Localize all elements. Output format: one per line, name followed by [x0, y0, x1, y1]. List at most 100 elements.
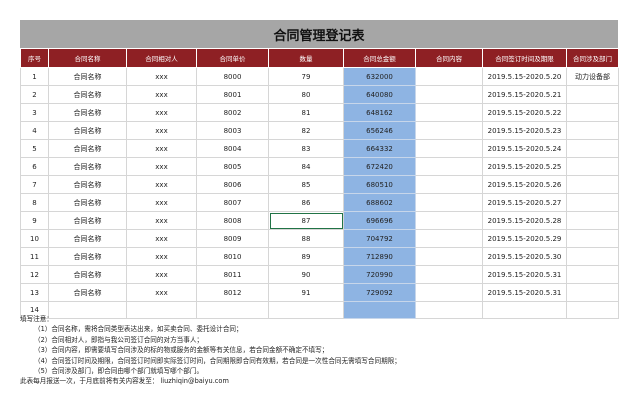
- department-cell[interactable]: [566, 157, 619, 176]
- contract-content-cell[interactable]: [415, 229, 483, 248]
- quantity-cell[interactable]: 88: [268, 229, 344, 248]
- counterparty-cell[interactable]: xxx: [126, 265, 197, 284]
- contract-name-cell[interactable]: 合同名称: [48, 265, 127, 284]
- quantity-cell[interactable]: 81: [268, 103, 344, 122]
- row-number-cell[interactable]: 11: [20, 247, 49, 266]
- row-number-cell[interactable]: 12: [20, 265, 49, 284]
- department-cell[interactable]: [566, 139, 619, 158]
- row-number-cell[interactable]: 8: [20, 193, 49, 212]
- contract-name-cell[interactable]: 合同名称: [48, 157, 127, 176]
- total-amount-cell[interactable]: 688602: [343, 193, 416, 212]
- unit-price-cell[interactable]: 8008: [196, 211, 269, 230]
- row-number-cell[interactable]: 5: [20, 139, 49, 158]
- total-amount-cell[interactable]: 720990: [343, 265, 416, 284]
- header-cell[interactable]: 合同单价: [196, 48, 269, 68]
- counterparty-cell[interactable]: xxx: [126, 229, 197, 248]
- contract-content-cell[interactable]: [415, 211, 483, 230]
- contract-name-cell[interactable]: 合同名称: [48, 229, 127, 248]
- quantity-cell[interactable]: 87: [268, 211, 344, 230]
- row-number-cell[interactable]: 6: [20, 157, 49, 176]
- counterparty-cell[interactable]: xxx: [126, 67, 197, 86]
- contract-period-cell[interactable]: 2019.5.15-2020.5.30: [482, 247, 567, 266]
- unit-price-cell[interactable]: 8003: [196, 121, 269, 140]
- contract-period-cell[interactable]: 2019.5.15-2020.5.31: [482, 265, 567, 284]
- contact-email[interactable]: liuzhiqin@baiyu.com: [160, 377, 228, 385]
- contract-content-cell[interactable]: [415, 175, 483, 194]
- quantity-cell[interactable]: 80: [268, 85, 344, 104]
- contract-name-cell[interactable]: 合同名称: [48, 67, 127, 86]
- unit-price-cell[interactable]: 8011: [196, 265, 269, 284]
- contract-content-cell[interactable]: [415, 103, 483, 122]
- row-number-cell[interactable]: 10: [20, 229, 49, 248]
- contract-period-cell[interactable]: 2019.5.15-2020.5.21: [482, 85, 567, 104]
- contract-period-cell[interactable]: 2019.5.15-2020.5.23: [482, 121, 567, 140]
- total-amount-cell[interactable]: 648162: [343, 103, 416, 122]
- contract-name-cell[interactable]: 合同名称: [48, 139, 127, 158]
- quantity-cell[interactable]: 82: [268, 121, 344, 140]
- unit-price-cell[interactable]: 8007: [196, 193, 269, 212]
- counterparty-cell[interactable]: xxx: [126, 139, 197, 158]
- contract-content-cell[interactable]: [415, 283, 483, 302]
- row-number-cell[interactable]: 2: [20, 85, 49, 104]
- department-cell[interactable]: [566, 211, 619, 230]
- total-amount-cell[interactable]: 680510: [343, 175, 416, 194]
- unit-price-cell[interactable]: 8000: [196, 67, 269, 86]
- contract-name-cell[interactable]: 合同名称: [48, 283, 127, 302]
- contract-name-cell[interactable]: 合同名称: [48, 175, 127, 194]
- unit-price-cell[interactable]: 8005: [196, 157, 269, 176]
- unit-price-cell[interactable]: 8002: [196, 103, 269, 122]
- counterparty-cell[interactable]: xxx: [126, 85, 197, 104]
- department-cell[interactable]: [566, 265, 619, 284]
- contract-name-cell[interactable]: 合同名称: [48, 247, 127, 266]
- contract-period-cell[interactable]: 2019.5.15-2020.5.27: [482, 193, 567, 212]
- header-cell[interactable]: 合同涉及部门: [566, 48, 619, 68]
- contract-period-cell[interactable]: 2019.5.15-2020.5.22: [482, 103, 567, 122]
- contract-content-cell[interactable]: [415, 157, 483, 176]
- counterparty-cell[interactable]: xxx: [126, 283, 197, 302]
- contract-name-cell[interactable]: 合同名称: [48, 193, 127, 212]
- contract-content-cell[interactable]: [415, 247, 483, 266]
- contract-content-cell[interactable]: [415, 265, 483, 284]
- unit-price-cell[interactable]: 8012: [196, 283, 269, 302]
- quantity-cell[interactable]: 89: [268, 247, 344, 266]
- total-amount-cell[interactable]: 704792: [343, 229, 416, 248]
- header-cell[interactable]: 序号: [20, 48, 49, 68]
- department-cell[interactable]: 动力设备部: [566, 67, 619, 86]
- row-number-cell[interactable]: 3: [20, 103, 49, 122]
- contract-period-cell[interactable]: 2019.5.15-2020.5.20: [482, 67, 567, 86]
- unit-price-cell[interactable]: 8001: [196, 85, 269, 104]
- counterparty-cell[interactable]: xxx: [126, 247, 197, 266]
- row-number-cell[interactable]: 7: [20, 175, 49, 194]
- header-cell[interactable]: 合同内容: [415, 48, 483, 68]
- counterparty-cell[interactable]: xxx: [126, 211, 197, 230]
- header-cell[interactable]: 合同总金额: [343, 48, 416, 68]
- department-cell[interactable]: [566, 247, 619, 266]
- unit-price-cell[interactable]: 8004: [196, 139, 269, 158]
- unit-price-cell[interactable]: 8010: [196, 247, 269, 266]
- contract-name-cell[interactable]: 合同名称: [48, 121, 127, 140]
- total-amount-cell[interactable]: 656246: [343, 121, 416, 140]
- total-amount-cell[interactable]: 712890: [343, 247, 416, 266]
- counterparty-cell[interactable]: xxx: [126, 193, 197, 212]
- department-cell[interactable]: [566, 283, 619, 302]
- contract-name-cell[interactable]: 合同名称: [48, 85, 127, 104]
- total-amount-cell[interactable]: 632000: [343, 67, 416, 86]
- contract-period-cell[interactable]: 2019.5.15-2020.5.25: [482, 157, 567, 176]
- counterparty-cell[interactable]: xxx: [126, 103, 197, 122]
- counterparty-cell[interactable]: xxx: [126, 121, 197, 140]
- contract-content-cell[interactable]: [415, 139, 483, 158]
- header-cell[interactable]: 合同签订时间及期限: [482, 48, 567, 68]
- unit-price-cell[interactable]: 8006: [196, 175, 269, 194]
- header-cell[interactable]: 合同名称: [48, 48, 127, 68]
- total-amount-cell[interactable]: 729092: [343, 283, 416, 302]
- department-cell[interactable]: [566, 121, 619, 140]
- contract-name-cell[interactable]: 合同名称: [48, 211, 127, 230]
- total-amount-cell[interactable]: 672420: [343, 157, 416, 176]
- quantity-cell[interactable]: 83: [268, 139, 344, 158]
- quantity-cell[interactable]: 86: [268, 193, 344, 212]
- total-amount-cell[interactable]: 640080: [343, 85, 416, 104]
- row-number-cell[interactable]: 1: [20, 67, 49, 86]
- contract-period-cell[interactable]: 2019.5.15-2020.5.28: [482, 211, 567, 230]
- quantity-cell[interactable]: 79: [268, 67, 344, 86]
- department-cell[interactable]: [566, 103, 619, 122]
